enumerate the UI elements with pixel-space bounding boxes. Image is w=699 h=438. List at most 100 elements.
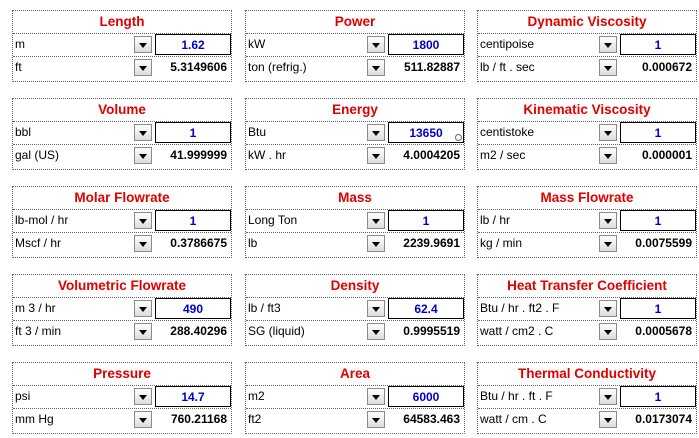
- to-unit-select[interactable]: lb: [248, 233, 364, 254]
- to-unit-dropdown-button[interactable]: [134, 411, 152, 428]
- from-unit-dropdown-button[interactable]: [599, 300, 617, 317]
- from-unit-dropdown-button[interactable]: [134, 388, 152, 405]
- from-unit-dropdown-button[interactable]: [367, 212, 385, 229]
- to-unit-dropdown-button[interactable]: [134, 59, 152, 76]
- from-unit-dropdown-button[interactable]: [134, 124, 152, 141]
- input-value-field[interactable]: 490: [155, 298, 231, 319]
- input-value-field[interactable]: 1: [388, 210, 464, 231]
- card-title: Density: [330, 278, 380, 293]
- from-unit-dropdown-button[interactable]: [367, 124, 385, 141]
- output-value: 0.3786675: [170, 236, 227, 250]
- to-unit-dropdown-button[interactable]: [367, 235, 385, 252]
- input-value-field[interactable]: 62.4: [388, 298, 464, 319]
- input-value-field[interactable]: 1: [620, 210, 696, 231]
- to-unit-dropdown-button[interactable]: [367, 323, 385, 340]
- from-unit-dropdown-button[interactable]: [599, 212, 617, 229]
- to-row: gal (US) 41.999999: [13, 144, 231, 166]
- from-unit-select[interactable]: bbl: [15, 122, 131, 143]
- to-unit-select[interactable]: lb / ft . sec: [480, 57, 596, 78]
- to-unit-select[interactable]: Mscf / hr: [15, 233, 131, 254]
- from-unit-dropdown-button[interactable]: [134, 36, 152, 53]
- from-row: m 3 / hr 490: [13, 297, 231, 319]
- from-row: m 1.62: [13, 33, 231, 55]
- input-value-field[interactable]: 1: [155, 210, 231, 231]
- to-unit-dropdown-button[interactable]: [599, 59, 617, 76]
- to-unit-dropdown-button[interactable]: [134, 235, 152, 252]
- to-row: mm Hg 760.21168: [13, 408, 231, 430]
- input-value-field[interactable]: 1: [620, 386, 696, 407]
- from-unit-dropdown-button[interactable]: [367, 388, 385, 405]
- input-value-field[interactable]: 14.7: [155, 386, 231, 407]
- to-unit-dropdown-button[interactable]: [599, 147, 617, 164]
- input-value-field[interactable]: 1: [620, 122, 696, 143]
- converter-card-heat-transfer-coefficient: Heat Transfer Coefficient Btu / hr . ft2…: [477, 274, 697, 346]
- card-title: Kinematic Viscosity: [523, 102, 651, 117]
- to-unit-select[interactable]: mm Hg: [15, 409, 131, 430]
- converter-card-energy: Energy Btu 13650 kW . hr 4.0004205: [245, 98, 465, 170]
- to-unit-select[interactable]: gal (US): [15, 145, 131, 166]
- to-unit-select[interactable]: kg / min: [480, 233, 596, 254]
- input-value-field[interactable]: 1: [620, 34, 696, 55]
- from-unit-dropdown-button[interactable]: [599, 124, 617, 141]
- to-row: m2 / sec 0.000001: [478, 144, 696, 166]
- from-unit-dropdown-button[interactable]: [599, 36, 617, 53]
- output-value: 4.0004205: [403, 148, 460, 162]
- to-unit-select[interactable]: kW . hr: [248, 145, 364, 166]
- from-unit-dropdown-button[interactable]: [599, 388, 617, 405]
- chevron-down-icon: [139, 242, 147, 247]
- to-unit-dropdown-button[interactable]: [599, 411, 617, 428]
- from-unit-select[interactable]: Btu / hr . ft2 . F: [480, 298, 596, 319]
- from-unit-dropdown-button[interactable]: [134, 300, 152, 317]
- from-unit-select[interactable]: Btu / hr . ft . F: [480, 386, 596, 407]
- to-unit-dropdown-button[interactable]: [367, 411, 385, 428]
- to-unit-dropdown-button[interactable]: [367, 59, 385, 76]
- input-value-field[interactable]: 1: [155, 122, 231, 143]
- to-unit-select[interactable]: watt / cm2 . C: [480, 321, 596, 342]
- to-unit-select[interactable]: ft: [15, 57, 131, 78]
- from-unit-select[interactable]: lb / ft3: [248, 298, 364, 319]
- from-unit-select[interactable]: lb-mol / hr: [15, 210, 131, 231]
- to-unit-dropdown-button[interactable]: [134, 323, 152, 340]
- to-unit-dropdown-button[interactable]: [599, 235, 617, 252]
- to-row: watt / cm2 . C 0.0005678: [478, 320, 696, 342]
- to-row: watt / cm . C 0.0173074: [478, 408, 696, 430]
- from-unit-select[interactable]: Long Ton: [248, 210, 364, 231]
- from-unit-select[interactable]: Btu: [248, 122, 364, 143]
- from-unit-select[interactable]: lb / hr: [480, 210, 596, 231]
- from-unit-select[interactable]: m 3 / hr: [15, 298, 131, 319]
- input-value-field[interactable]: 1.62: [155, 34, 231, 55]
- input-value-field[interactable]: 13650: [388, 122, 464, 143]
- to-row: lb 2239.9691: [246, 232, 464, 254]
- output-value: 0.000001: [641, 148, 692, 162]
- input-value-field[interactable]: 1800: [388, 34, 464, 55]
- from-unit-select[interactable]: m: [15, 34, 131, 55]
- to-unit-select[interactable]: watt / cm . C: [480, 409, 596, 430]
- to-unit-select[interactable]: ton (refrig.): [248, 57, 364, 78]
- converter-card-thermal-conductivity: Thermal Conductivity Btu / hr . ft . F 1…: [477, 362, 697, 434]
- output-value: 41.999999: [170, 148, 227, 162]
- input-value-field[interactable]: 1: [620, 298, 696, 319]
- chevron-down-icon: [139, 330, 147, 335]
- output-value: 0.000672: [641, 60, 692, 74]
- input-value-field[interactable]: 6000: [388, 386, 464, 407]
- to-unit-select[interactable]: ft2: [248, 409, 364, 430]
- from-unit-dropdown-button[interactable]: [367, 36, 385, 53]
- chevron-down-icon: [604, 330, 612, 335]
- to-unit-select[interactable]: SG (liquid): [248, 321, 364, 342]
- to-unit-dropdown-button[interactable]: [367, 147, 385, 164]
- resize-handle[interactable]: [455, 134, 462, 141]
- chevron-down-icon: [139, 219, 147, 224]
- from-row: Btu / hr . ft2 . F 1: [478, 297, 696, 319]
- to-unit-select[interactable]: m2 / sec: [480, 145, 596, 166]
- from-unit-select[interactable]: kW: [248, 34, 364, 55]
- converter-card-molar-flowrate: Molar Flowrate lb-mol / hr 1 Mscf / hr 0…: [12, 186, 232, 258]
- to-unit-dropdown-button[interactable]: [134, 147, 152, 164]
- from-unit-select[interactable]: centistoke: [480, 122, 596, 143]
- from-unit-select[interactable]: centipoise: [480, 34, 596, 55]
- from-unit-select[interactable]: psi: [15, 386, 131, 407]
- to-unit-dropdown-button[interactable]: [599, 323, 617, 340]
- from-unit-dropdown-button[interactable]: [367, 300, 385, 317]
- from-unit-dropdown-button[interactable]: [134, 212, 152, 229]
- from-unit-select[interactable]: m2: [248, 386, 364, 407]
- to-unit-select[interactable]: ft 3 / min: [15, 321, 131, 342]
